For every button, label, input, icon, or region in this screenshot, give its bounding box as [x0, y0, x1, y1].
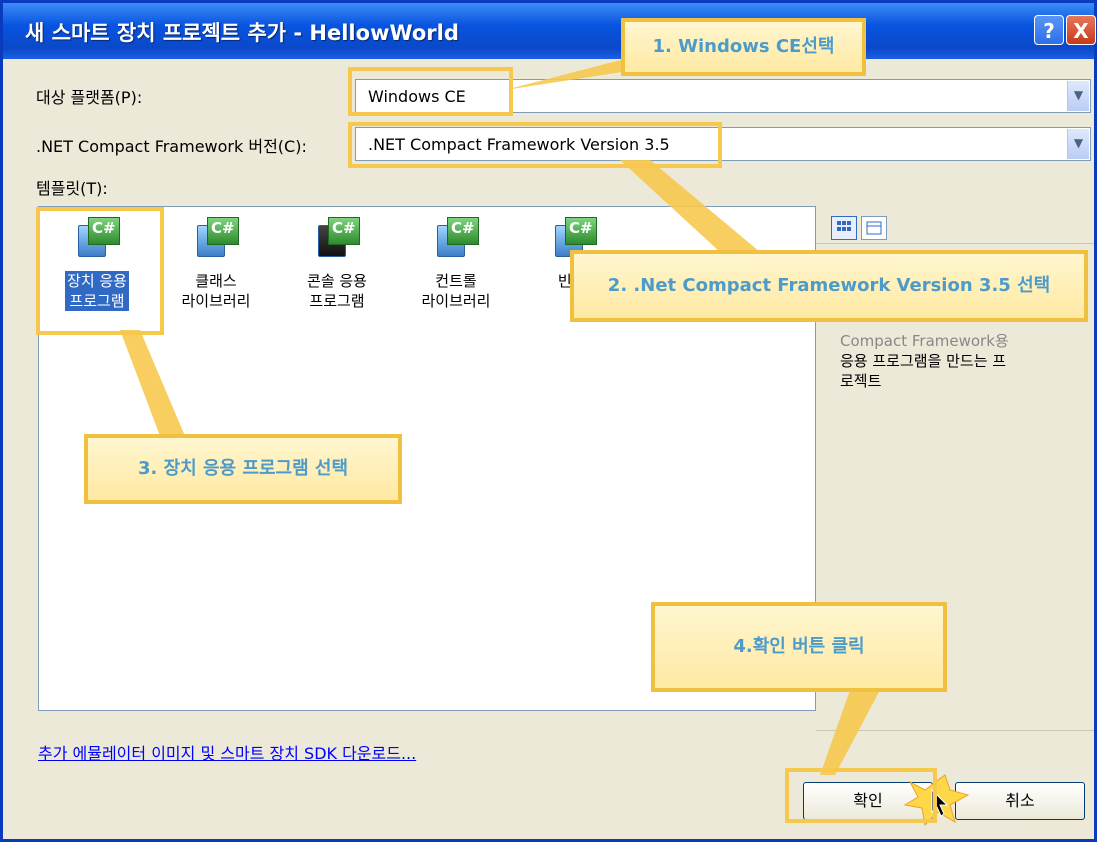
highlight-ok-button [785, 768, 937, 823]
callout-step-2: 2. .Net Compact Framework Version 3.5 선택 [570, 250, 1088, 322]
highlight-template [36, 207, 164, 335]
callout-step-3: 3. 장치 응용 프로그램 선택 [84, 434, 402, 504]
highlight-platform [348, 67, 513, 116]
callout-step-1: 1. Windows CE선택 [621, 18, 866, 76]
callout-step-4: 4.확인 버튼 클릭 [651, 602, 947, 692]
highlight-framework [348, 122, 722, 168]
